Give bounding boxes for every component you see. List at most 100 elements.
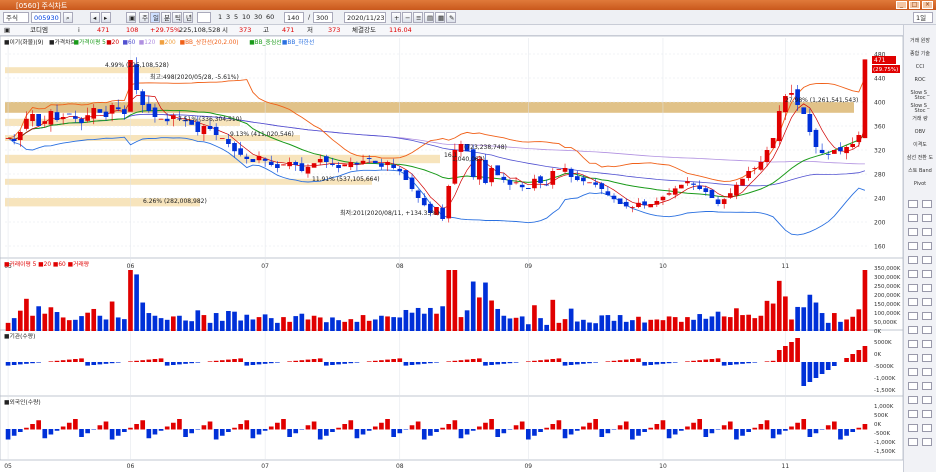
drawing-tool-icon[interactable] [922, 298, 932, 306]
institution-bar [832, 362, 837, 366]
candle-body [844, 147, 849, 154]
stock-code-input[interactable]: 005930 [31, 12, 61, 23]
drawing-tool-icon[interactable] [908, 256, 918, 264]
tick-unit-minute[interactable]: 분 [161, 12, 171, 23]
next-icon[interactable]: ▸ [101, 12, 111, 23]
indicator-item[interactable]: 거래 량 [906, 117, 934, 122]
drawing-tool-icon[interactable] [922, 424, 932, 432]
print-icon[interactable]: ▤ [424, 12, 434, 23]
drawing-tool-icon[interactable] [908, 214, 918, 222]
indicator-item[interactable]: Slow S_ Stoc [906, 104, 934, 114]
drawing-tool-icon[interactable] [922, 340, 932, 348]
drawing-tool-icon[interactable] [908, 326, 918, 334]
volume-bar [391, 317, 396, 331]
minimize-button[interactable]: _ [896, 1, 907, 9]
institution-pane [0, 329, 904, 401]
interval-1[interactable]: 1 [216, 12, 224, 23]
search-icon[interactable]: ⌕ [63, 12, 73, 23]
indicator-item[interactable]: 스토 Band [906, 169, 934, 174]
indicator-item[interactable]: Pivot [906, 182, 934, 187]
interval-30[interactable]: 30 [252, 12, 264, 23]
drawing-tool-icon[interactable] [922, 438, 932, 446]
prev-icon[interactable]: ◂ [90, 12, 100, 23]
foreign-bar [746, 429, 751, 432]
drawing-tool-icon[interactable] [908, 410, 918, 418]
drawing-tool-icon[interactable] [908, 368, 918, 376]
drawing-tool-icon[interactable] [922, 270, 932, 278]
drawing-tool-icon[interactable] [922, 368, 932, 376]
market-select[interactable]: 주식 [3, 12, 29, 23]
volume-bar [703, 318, 709, 331]
date-input[interactable]: 2020/11/23 [344, 12, 386, 23]
drawing-tool-icon[interactable] [908, 340, 918, 348]
indicator-item[interactable]: 삼선 전환 도 [906, 156, 934, 161]
drawing-tool-icon[interactable] [922, 228, 932, 236]
tick-unit-year[interactable]: 년 [183, 12, 193, 23]
stock-chart[interactable]: 1602002402803203604004404800505060607070… [0, 35, 904, 472]
y-tick-label: 240 [874, 196, 886, 203]
x-tick-label: 11 [782, 263, 790, 270]
drawing-tool-icon[interactable] [922, 410, 932, 418]
foreign-bar [672, 429, 678, 435]
drawing-tool-icon[interactable] [922, 200, 932, 208]
drawing-tool-icon[interactable] [908, 424, 918, 432]
drawing-tool-icon[interactable] [908, 312, 918, 320]
volume-tick-label: 100,000K [874, 311, 901, 317]
save-icon[interactable]: ▦ [435, 12, 445, 23]
drawing-tool-icon[interactable] [908, 228, 918, 236]
chart-area[interactable]: 160 200 240 280 320 360 400 440 480 05 05 06 06 07 07 0… [0, 35, 904, 472]
lock-icon[interactable]: ▣ [126, 12, 136, 23]
zoom-out-icon[interactable]: − [402, 12, 412, 23]
drawing-tool-icon[interactable] [922, 326, 932, 334]
count-input[interactable]: 140 [284, 12, 304, 23]
interval-input[interactable] [197, 12, 211, 23]
interval-60[interactable]: 60 [264, 12, 276, 23]
indicator-item[interactable]: CCI [906, 65, 934, 70]
drawing-tool-icon[interactable] [922, 242, 932, 250]
drawing-tool-icon[interactable] [908, 284, 918, 292]
drawing-tool-icon[interactable] [908, 396, 918, 404]
chart-settings-icon[interactable]: ≡ [413, 12, 423, 23]
tools-icon[interactable]: ✎ [446, 12, 456, 23]
indicator-item[interactable]: 거래 원장 [906, 39, 934, 44]
drawing-tool-icon[interactable] [922, 396, 932, 404]
drawing-tool-icon[interactable] [908, 200, 918, 208]
tick-unit-week[interactable]: 주 [139, 12, 149, 23]
indicator-item[interactable]: 종합 기술 [906, 52, 934, 57]
drawing-tool-icon[interactable] [922, 354, 932, 362]
drawing-tool-icon[interactable] [922, 256, 932, 264]
drawing-tool-icon[interactable] [922, 284, 932, 292]
institution-bar [219, 360, 225, 362]
drawing-tool-icon[interactable] [908, 270, 918, 278]
interval-10[interactable]: 10 [240, 12, 252, 23]
candle-body [458, 144, 464, 152]
pin-icon[interactable]: ▣ [4, 26, 10, 35]
close-button[interactable]: × [922, 1, 933, 9]
drawing-tool-icon[interactable] [908, 242, 918, 250]
indicator-item[interactable]: 이격도 [906, 143, 934, 148]
indicator-item[interactable]: ROC [906, 78, 934, 83]
institution-bar [372, 360, 378, 362]
drawing-tool-icon[interactable] [908, 438, 918, 446]
drawing-tool-icon[interactable] [908, 354, 918, 362]
foreign-bar [354, 429, 360, 439]
interval-5[interactable]: 5 [232, 12, 240, 23]
indicator-item[interactable]: OBV [906, 130, 934, 135]
tick-unit-tick[interactable]: 틱 [172, 12, 182, 23]
period-mode-badge[interactable]: 1일 [913, 12, 933, 23]
total-input[interactable]: 300 [313, 12, 333, 23]
institution-bar [611, 360, 617, 362]
interval-3[interactable]: 3 [224, 12, 232, 23]
candle-body [11, 139, 17, 141]
drawing-tool-icon[interactable] [922, 312, 932, 320]
institution-bar [715, 358, 721, 362]
drawing-tool-icon[interactable] [908, 382, 918, 390]
drawing-tool-icon[interactable] [908, 298, 918, 306]
zoom-in-icon[interactable]: + [391, 12, 401, 23]
indicator-item[interactable]: Slow S_ Stoc [906, 91, 934, 101]
drawing-tool-icon[interactable] [922, 382, 932, 390]
maximize-button[interactable]: □ [909, 1, 920, 9]
tick-unit-day[interactable]: 일 [150, 12, 160, 23]
candle-body [250, 159, 256, 162]
drawing-tool-icon[interactable] [922, 214, 932, 222]
